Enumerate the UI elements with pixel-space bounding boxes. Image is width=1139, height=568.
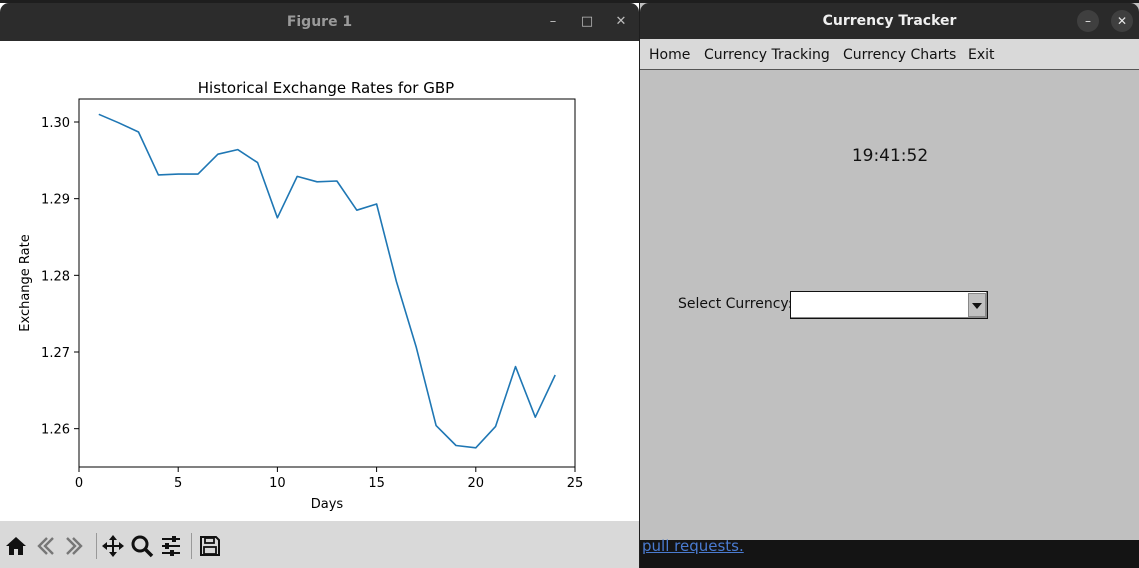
y-tick-label: 1.29 — [41, 193, 70, 208]
background-terminal-area: pull requests. — [640, 537, 1139, 568]
pan-icon[interactable] — [101, 534, 125, 558]
chevron-down-icon[interactable] — [968, 293, 986, 317]
x-tick-label: 10 — [269, 476, 286, 491]
chart-title: Historical Exchange Rates for GBP — [198, 79, 454, 97]
menu-item-exit[interactable]: Exit — [968, 47, 995, 63]
toolbar-separator — [96, 533, 97, 559]
x-tick-label: 5 — [174, 476, 182, 491]
menu-item-currency-tracking[interactable]: Currency Tracking — [704, 47, 830, 63]
x-tick-label: 0 — [75, 476, 83, 491]
minimize-button[interactable]: – — [541, 10, 565, 34]
menu-item-currency-charts[interactable]: Currency Charts — [843, 47, 956, 63]
toolbar-separator — [191, 533, 192, 559]
select-currency-label: Select Currency: — [678, 296, 793, 312]
x-tick-label: 20 — [468, 476, 485, 491]
currency-select[interactable] — [790, 291, 988, 319]
menu-item-home[interactable]: Home — [649, 47, 690, 63]
figure-window: Figure 1 – □ ✕ Historical Exchange Rates… — [0, 3, 639, 568]
x-tick-label: 15 — [368, 476, 385, 491]
pull-requests-link[interactable]: pull requests. — [642, 537, 744, 555]
navigation-toolbar — [0, 521, 639, 568]
x-tick-label: 25 — [567, 476, 584, 491]
x-axis-label: Days — [311, 497, 344, 512]
clock-display: 19:41:52 — [851, 146, 929, 166]
y-tick-label: 1.27 — [41, 346, 70, 361]
figure-titlebar[interactable]: Figure 1 – □ ✕ — [0, 3, 639, 41]
maximize-button[interactable]: □ — [575, 10, 599, 34]
close-button[interactable]: ✕ — [1111, 10, 1133, 32]
save-icon[interactable] — [198, 534, 222, 558]
zoom-icon[interactable] — [130, 534, 154, 558]
y-tick-label: 1.26 — [41, 423, 70, 438]
menu-bar: Home Currency Tracking Currency Charts E… — [640, 39, 1139, 70]
close-button[interactable]: ✕ — [609, 10, 633, 34]
home-icon[interactable] — [4, 534, 28, 558]
minimize-button[interactable]: – — [1077, 10, 1099, 32]
tracker-window-title: Currency Tracker — [822, 13, 957, 29]
y-tick-label: 1.28 — [41, 269, 70, 284]
currency-tracker-window: Currency Tracker – ✕ Home Currency Track… — [640, 3, 1139, 540]
back-arrow-icon[interactable] — [33, 534, 57, 558]
configure-subplots-icon[interactable] — [159, 534, 183, 558]
line-chart: Historical Exchange Rates for GBP 0 5 10 15… — [18, 79, 584, 512]
tracker-titlebar[interactable]: Currency Tracker – ✕ — [640, 3, 1139, 39]
forward-arrow-icon[interactable] — [63, 534, 87, 558]
y-tick-label: 1.30 — [41, 116, 70, 131]
y-axis-label: Exchange Rate — [18, 234, 33, 331]
plot-canvas[interactable]: Historical Exchange Rates for GBP 0 5 10 15… — [0, 41, 639, 521]
series-line — [98, 113, 556, 449]
